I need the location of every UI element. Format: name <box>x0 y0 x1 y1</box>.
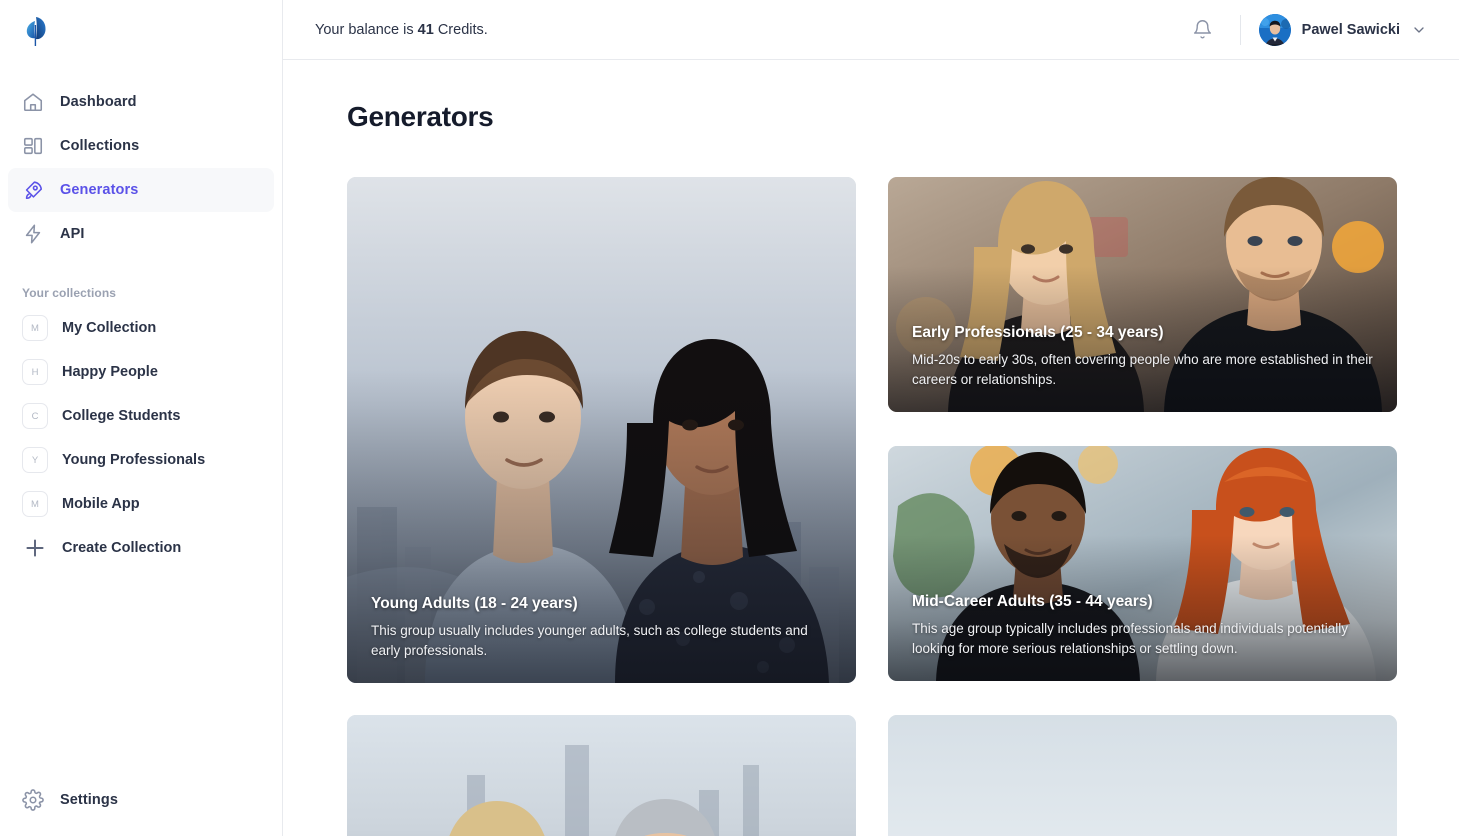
sidebar-item-api[interactable]: API <box>8 212 274 256</box>
collection-label: Mobile App <box>62 496 140 512</box>
collection-badge: M <box>22 315 48 341</box>
topbar: Your balance is 41 Credits. Pawel Sawick… <box>283 0 1459 60</box>
sidebar-item-label: Generators <box>60 182 139 198</box>
collection-label: College Students <box>62 408 181 424</box>
collections-icon <box>23 137 43 155</box>
card-description: This age group typically includes profes… <box>912 621 1349 656</box>
sidebar-item-label: API <box>60 226 85 242</box>
leaf-logo[interactable] <box>20 13 52 47</box>
sidebar-item-label: Collections <box>60 138 140 154</box>
card-title: Young Adults (18 - 24 years) <box>371 595 578 612</box>
sidebar-item-collections[interactable]: Collections <box>8 124 274 168</box>
user-name: Pawel Sawicki <box>1301 21 1400 38</box>
user-avatar <box>1258 13 1291 46</box>
generators-grid: Young Adults (18 - 24 years) This group … <box>347 177 1397 836</box>
content-area: Generators Young Adults (18 - 24 years) … <box>283 60 1459 836</box>
balance-text: Your balance is 41 Credits. <box>315 22 488 38</box>
card-description: Mid-20s to early 30s, often covering peo… <box>912 352 1373 387</box>
rocket-icon <box>25 181 43 200</box>
card-description: This group usually includes younger adul… <box>371 623 808 658</box>
create-collection-label: Create Collection <box>62 540 182 556</box>
generator-card-early-professionals[interactable]: Early Professionals (25 - 34 years) Mid-… <box>888 177 1397 412</box>
divider <box>1239 14 1241 45</box>
collection-item-my-collection[interactable]: M My Collection <box>8 306 274 350</box>
card-title: Early Professionals (25 - 34 years) <box>912 324 1164 341</box>
balance-suffix: Credits. <box>437 21 488 38</box>
senior-couple-photo <box>888 715 1397 836</box>
sidebar-item-generators[interactable]: Generators <box>8 168 274 212</box>
settings-label: Settings <box>60 792 118 808</box>
collection-badge: C <box>22 403 48 429</box>
collection-label: Young Professionals <box>62 452 206 468</box>
collection-item-happy-people[interactable]: H Happy People <box>8 350 274 394</box>
generator-card-partial-left[interactable] <box>347 715 856 836</box>
topbar-right: Pawel Sawicki <box>1186 13 1427 47</box>
create-collection-button[interactable]: Create Collection <box>8 526 274 570</box>
collection-item-college-students[interactable]: C College Students <box>8 394 274 438</box>
sidebar-item-label: Dashboard <box>60 94 137 110</box>
sidebar: Dashboard Collections Generators API You… <box>0 0 283 836</box>
collection-badge: M <box>22 491 48 517</box>
card-text: Early Professionals (25 - 34 years) Mid-… <box>912 324 1373 390</box>
generator-card-mid-career-adults[interactable]: Mid-Career Adults (35 - 44 years) This a… <box>888 446 1397 681</box>
home-icon <box>23 93 43 112</box>
balance-amount: 41 <box>417 21 434 38</box>
card-text: Young Adults (18 - 24 years) This group … <box>371 595 832 661</box>
notifications-button[interactable] <box>1186 13 1220 47</box>
page-title: Generators <box>347 101 494 132</box>
app-root: Dashboard Collections Generators API You… <box>0 0 1459 836</box>
generator-card-young-adults[interactable]: Young Adults (18 - 24 years) This group … <box>347 177 856 683</box>
collections-list: M My Collection H Happy People C College… <box>0 306 282 570</box>
user-menu[interactable]: Pawel Sawicki <box>1258 13 1427 46</box>
mature-couple-photo <box>347 715 856 836</box>
chevron-down-icon <box>1414 26 1424 33</box>
collection-badge: H <box>22 359 48 385</box>
sidebar-item-dashboard[interactable]: Dashboard <box>8 80 274 124</box>
collection-label: Happy People <box>62 364 158 380</box>
sidebar-item-settings[interactable]: Settings <box>8 778 274 822</box>
primary-nav: Dashboard Collections Generators API <box>0 80 282 256</box>
collection-label: My Collection <box>62 320 157 336</box>
sidebar-footer: Settings <box>0 778 282 822</box>
collection-item-mobile-app[interactable]: M Mobile App <box>8 482 274 526</box>
collections-heading: Your collections <box>22 286 117 300</box>
main-area: Your balance is 41 Credits. Pawel Sawick… <box>283 0 1459 836</box>
logo-area <box>0 0 282 60</box>
generator-card-partial-right[interactable] <box>888 715 1397 836</box>
collection-item-young-professionals[interactable]: Y Young Professionals <box>8 438 274 482</box>
card-title: Mid-Career Adults (35 - 44 years) <box>912 593 1153 610</box>
lightning-icon <box>25 224 41 244</box>
plus-icon <box>26 539 44 557</box>
gear-icon <box>22 789 44 811</box>
collection-badge: Y <box>22 447 48 473</box>
balance-prefix: Your balance is <box>315 21 414 38</box>
card-text: Mid-Career Adults (35 - 44 years) This a… <box>912 593 1373 659</box>
bell-icon <box>1194 20 1212 39</box>
